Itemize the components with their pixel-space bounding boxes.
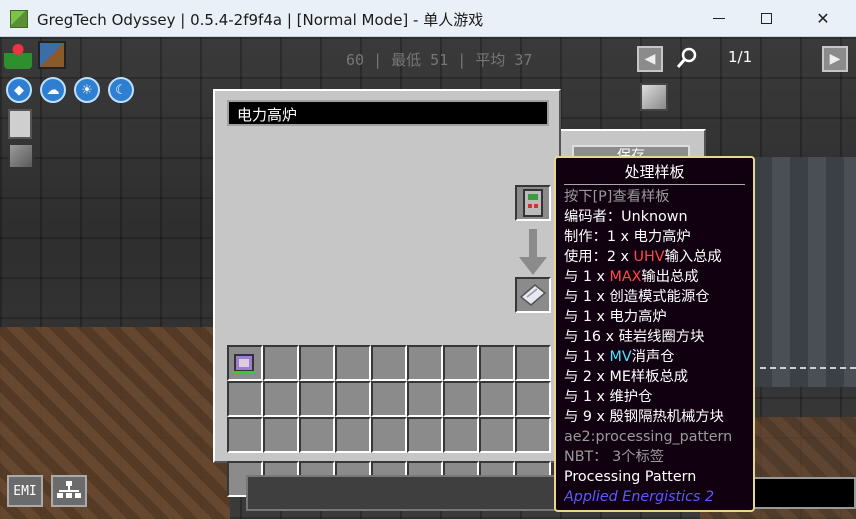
guide-book-icon[interactable]: [38, 41, 66, 69]
tooltip-english-name: Processing Pattern: [564, 469, 697, 485]
window-titlebar: GregTech Odyssey | 0.5.4-2f9f4a | [Norma…: [0, 0, 856, 37]
minimize-button[interactable]: [696, 0, 742, 37]
maximize-button[interactable]: [743, 0, 789, 37]
input-slot[interactable]: [443, 417, 479, 453]
close-icon: ✕: [816, 9, 830, 28]
tooltip-item-post: 消声仓: [631, 349, 675, 365]
moon-badge-icon[interactable]: ☾: [108, 77, 134, 103]
game-viewport: 60 | 最低 51 | 平均 37 ◆ ☁ ☀ ☾ ◀ 1/1 ▶ 保存 电力…: [0, 37, 856, 519]
calculator-icon[interactable]: [8, 109, 32, 139]
tooltip-hint: 按下[P]查看样板: [564, 189, 670, 205]
input-slot[interactable]: [299, 381, 335, 417]
emi-button[interactable]: EMI: [7, 475, 43, 507]
controller-icon: [233, 354, 255, 374]
prev-page-button[interactable]: ◀: [637, 46, 663, 72]
minecraft-app-icon: [10, 10, 28, 28]
input-slot[interactable]: [371, 381, 407, 417]
chevron-right-icon: ▶: [829, 51, 841, 67]
pattern-name-field[interactable]: 电力高炉: [227, 100, 549, 126]
input-slot[interactable]: [227, 345, 263, 381]
tree-icon: [57, 481, 81, 498]
dashed-line: [760, 367, 856, 369]
tooltip-item-highlight: MV: [609, 349, 632, 365]
tooltip-mod-name: Applied Energistics 2: [564, 489, 715, 505]
input-slot[interactable]: [263, 345, 299, 381]
tooltip-item-id: ae2:processing_pattern: [564, 429, 733, 445]
page-indicator: 1/1: [728, 48, 753, 66]
tooltip-item-pre: 与 1 x: [564, 269, 610, 285]
input-slot[interactable]: [443, 381, 479, 417]
tooltip-item-post: 输出总成: [641, 269, 699, 285]
machine-block-icon[interactable]: [8, 143, 34, 169]
input-slot[interactable]: [515, 345, 551, 381]
input-slot[interactable]: [407, 417, 443, 453]
input-slot[interactable]: [371, 417, 407, 453]
input-slot[interactable]: [335, 345, 371, 381]
input-slot[interactable]: [227, 417, 263, 453]
tooltip-item-highlight: MAX: [609, 269, 642, 285]
bottom-bar: [246, 475, 556, 511]
minimize-icon: [713, 17, 725, 20]
maximize-icon: [760, 13, 772, 24]
tooltip-title: 处理样板: [564, 162, 745, 185]
input-slot[interactable]: [407, 381, 443, 417]
player-avatar-icon[interactable]: [4, 41, 32, 69]
arrow-down-icon: [519, 229, 547, 275]
close-button[interactable]: ✕: [800, 0, 846, 37]
fps-counter: 60 | 最低 51 | 平均 37: [346, 51, 533, 69]
tooltip-use-prefix: 使用：2 x: [564, 249, 634, 265]
input-slot[interactable]: [335, 381, 371, 417]
output-slot[interactable]: [515, 185, 551, 221]
tooltip-use: 使用：2 x UHV输入总成: [564, 247, 745, 267]
input-slot[interactable]: [515, 381, 551, 417]
tooltip-use-highlight: UHV: [633, 249, 665, 265]
shield-badge-icon[interactable]: ◆: [6, 77, 32, 103]
input-slot[interactable]: [263, 417, 299, 453]
tooltip-item: 与 1 x 维护仓: [564, 389, 653, 405]
tooltip-item: 与 2 x ME样板总成: [564, 369, 689, 385]
tooltip-item-pre: 与 1 x: [564, 349, 610, 365]
sun-badge-icon[interactable]: ☀: [74, 77, 100, 103]
input-slot-grid: [227, 345, 551, 453]
processing-pattern-icon: [519, 284, 547, 306]
input-slot[interactable]: [335, 417, 371, 453]
pattern-encoder-panel: 电力高炉: [213, 89, 561, 497]
tooltip-item: 与 1 x 电力高炉: [564, 309, 667, 325]
input-slot[interactable]: [515, 417, 551, 453]
chevron-left-icon: ◀: [644, 51, 656, 67]
input-slot[interactable]: [299, 417, 335, 453]
tooltip-item: 与 1 x MAX输出总成: [564, 267, 745, 287]
machine-item-icon[interactable]: [640, 83, 668, 111]
cloud-badge-icon[interactable]: ☁: [40, 77, 66, 103]
electric-blast-furnace-icon: [523, 189, 543, 217]
input-slot[interactable]: [479, 417, 515, 453]
tooltip-nbt: NBT： 3个标签: [564, 449, 665, 465]
tooltip-use-suffix: 输入总成: [664, 249, 722, 265]
tooltip-item: 与 9 x 殷钢隔热机械方块: [564, 409, 724, 425]
input-slot[interactable]: [299, 345, 335, 381]
next-page-button[interactable]: ▶: [822, 46, 848, 72]
input-slot[interactable]: [479, 345, 515, 381]
window-title: GregTech Odyssey | 0.5.4-2f9f4a | [Norma…: [37, 11, 484, 29]
input-slot[interactable]: [263, 381, 299, 417]
tooltip-item: 与 1 x 创造模式能源仓: [564, 289, 710, 305]
input-slot[interactable]: [479, 381, 515, 417]
recipe-tree-button[interactable]: [51, 475, 87, 507]
tooltip-encoder: 编码者：Unknown: [564, 209, 688, 225]
search-icon[interactable]: [676, 47, 698, 69]
input-slot[interactable]: [443, 345, 479, 381]
input-slot[interactable]: [407, 345, 443, 381]
input-slot[interactable]: [227, 381, 263, 417]
pattern-slot[interactable]: [515, 277, 551, 313]
input-slot[interactable]: [371, 345, 407, 381]
item-tooltip: 处理样板 按下[P]查看样板 编码者：Unknown 制作：1 x 电力高炉 使…: [554, 156, 755, 512]
tooltip-craft: 制作：1 x 电力高炉: [564, 229, 691, 245]
tooltip-item: 与 16 x 硅岩线圈方块: [564, 329, 705, 345]
tooltip-item: 与 1 x MV消声仓: [564, 347, 745, 367]
